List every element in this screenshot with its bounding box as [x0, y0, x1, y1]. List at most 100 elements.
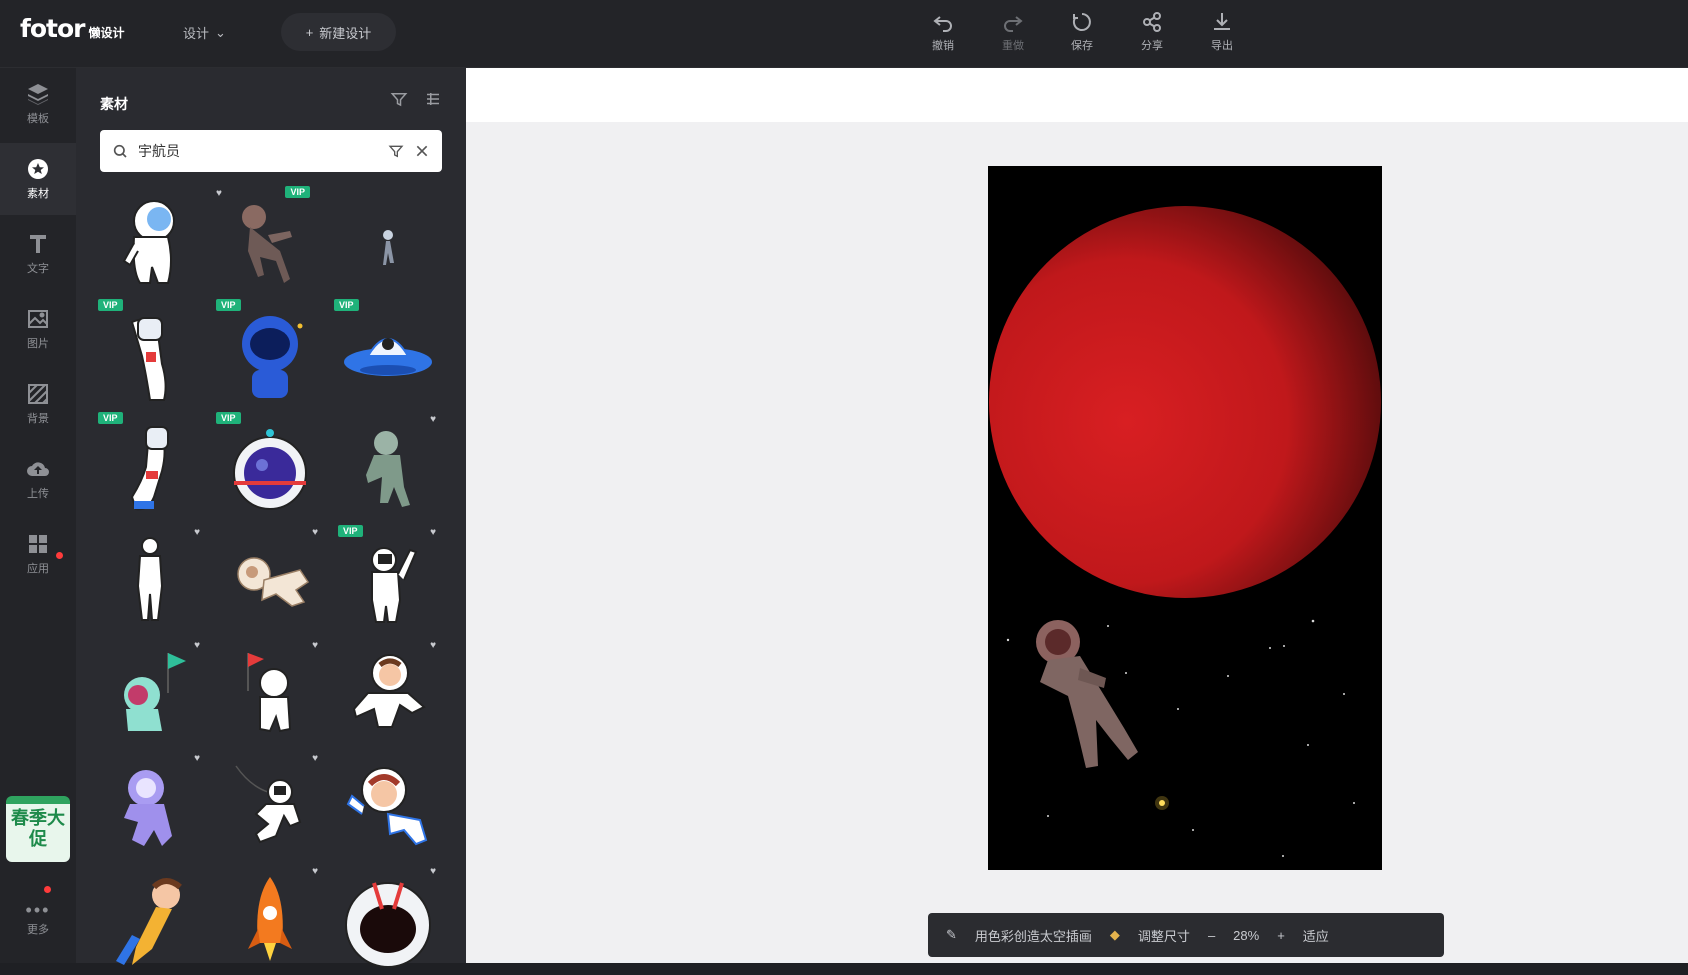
astronaut-sticker[interactable]: VIP ♥ [332, 523, 444, 636]
left-rail: 模板 素材 文字 图片 背景 上传 应用 春季大促 ••• 更多 [0, 68, 76, 963]
template-icon [28, 84, 48, 105]
heart-icon[interactable]: ♥ [216, 188, 222, 199]
search-icon [113, 144, 127, 158]
helmet-sticker[interactable]: VIP [214, 410, 326, 523]
rail-item-background[interactable]: 背景 [0, 368, 76, 440]
zoom-level: 28% [1233, 927, 1260, 943]
undo-button[interactable]: 撤销 [919, 10, 967, 56]
helmet-sticker[interactable]: ♥ [332, 862, 444, 975]
astronaut-sticker[interactable]: ♥ [214, 749, 326, 862]
list-view-icon[interactable] [424, 90, 442, 108]
heart-icon[interactable]: ♥ [194, 753, 200, 764]
rail-item-templates[interactable]: 模板 [0, 68, 76, 140]
diamond-icon: ◆ [1109, 927, 1120, 942]
astronaut-sticker[interactable]: ♥ [96, 749, 208, 862]
astronaut-sticker[interactable]: VIP [214, 297, 326, 410]
assets-grid: VIP ♥ VIP VIP VIP VIP VIP ♥ ♥ ♥ VIP ♥ ♥ … [96, 184, 446, 975]
rocket-icon [248, 876, 292, 961]
astronaut-sticker[interactable]: ♥ [332, 410, 444, 523]
astronaut-sticker[interactable]: ♥ [96, 636, 208, 749]
astronaut-sticker[interactable]: ♥ [96, 523, 208, 636]
canvas-title[interactable]: 用色彩创造太空插画 [975, 926, 1092, 945]
resize-button[interactable]: 调整尺寸 [1138, 926, 1190, 945]
rail-item-more[interactable]: ••• 更多 [0, 883, 76, 953]
text-icon [30, 235, 46, 253]
clear-icon[interactable] [414, 143, 430, 159]
baby-astronaut-icon [237, 556, 310, 607]
undo-icon [933, 16, 952, 32]
red-planet [989, 206, 1381, 598]
blue-astronaut-icon [242, 315, 303, 398]
redo-icon [1004, 16, 1023, 32]
astronaut-sticker[interactable] [332, 184, 444, 297]
search-input[interactable] [138, 143, 378, 159]
astronaut-sticker[interactable] [332, 749, 444, 862]
astronaut-sticker[interactable] [96, 862, 208, 975]
rail-item-apps[interactable]: 应用 [0, 518, 76, 590]
background-icon [28, 384, 48, 404]
helmet-icon [345, 881, 431, 968]
apps-icon [29, 535, 47, 553]
heart-icon[interactable]: ♥ [312, 753, 318, 764]
astronaut-sticker[interactable]: VIP [96, 297, 208, 410]
zoom-in-button[interactable]: + [1277, 928, 1285, 943]
fit-button[interactable]: 适应 [1303, 926, 1329, 945]
new-design-button[interactable]: + 新建设计 [281, 13, 396, 51]
astronaut-sticker[interactable]: ♥ [214, 636, 326, 749]
green-astronaut-icon [366, 430, 410, 507]
share-button[interactable]: 分享 [1128, 10, 1176, 56]
plus-icon: + [305, 24, 314, 40]
floating-astronaut-icon [242, 204, 292, 283]
download-button[interactable]: 导出 [1198, 10, 1246, 56]
kid-astronaut-icon [346, 766, 428, 845]
heart-icon[interactable]: ♥ [312, 640, 318, 651]
ufo-sticker[interactable]: VIP [332, 297, 444, 410]
heart-icon[interactable]: ♥ [430, 640, 436, 651]
workspace: ✎ 用色彩创造太空插画 ◆ 调整尺寸 – 28% + 适应 [466, 68, 1688, 963]
redo-button[interactable]: 重做 [989, 10, 1037, 56]
spring-sale-promo[interactable]: 春季大促 [6, 796, 70, 862]
panel-title: 素材 [100, 96, 128, 112]
download-icon [1214, 13, 1230, 30]
kid-astronaut-icon [352, 653, 426, 728]
rail-item-text[interactable]: 文字 [0, 218, 76, 290]
notification-dot [56, 552, 63, 559]
heart-icon[interactable]: ♥ [312, 527, 318, 538]
waving-astronaut-icon [371, 546, 418, 623]
assets-panel: 素材 VIP ♥ VIP VIP VIP [76, 68, 466, 968]
pencil-icon: ✎ [946, 927, 957, 942]
heart-icon[interactable]: ♥ [194, 527, 200, 538]
heart-icon[interactable]: ♥ [312, 866, 318, 877]
astronaut-sticker[interactable]: VIP [96, 410, 208, 523]
astronaut-sticker[interactable] [96, 184, 208, 297]
design-canvas[interactable] [988, 166, 1382, 870]
purple-astronaut-icon [124, 769, 172, 846]
rail-item-elements[interactable]: 素材 [0, 143, 76, 215]
filter-icon[interactable] [388, 143, 404, 159]
heart-icon[interactable]: ♥ [430, 414, 436, 425]
save-button[interactable]: 保存 [1058, 10, 1106, 56]
upload-icon [27, 462, 49, 476]
flag-astronaut-icon [247, 652, 292, 732]
tethered-astronaut-icon [235, 765, 302, 843]
notification-dot [44, 886, 51, 893]
astronaut-sticker[interactable]: VIP ♥ [214, 184, 326, 297]
standing-astronaut-icon [136, 536, 164, 621]
heart-icon[interactable]: ♥ [430, 866, 436, 877]
astronaut-sticker[interactable]: ♥ [214, 523, 326, 636]
rocket-sticker[interactable]: ♥ [214, 862, 326, 975]
fotor-logo[interactable]: fotor 懒设计 [20, 14, 125, 43]
heart-icon[interactable]: ♥ [194, 640, 200, 651]
design-menu[interactable]: 设计 ⌄ [183, 23, 226, 42]
astronaut-arm-icon [130, 316, 167, 401]
save-icon [1072, 13, 1091, 31]
rail-item-images[interactable]: 图片 [0, 293, 76, 365]
astronaut-arm-icon [130, 425, 169, 510]
search-bar [100, 130, 442, 172]
rail-item-upload[interactable]: 上传 [0, 443, 76, 515]
heart-icon[interactable]: ♥ [430, 527, 436, 538]
filter-icon[interactable] [390, 90, 408, 108]
canvas-header-strip [466, 68, 1688, 122]
astronaut-sticker[interactable]: ♥ [332, 636, 444, 749]
zoom-out-button[interactable]: – [1208, 928, 1215, 943]
